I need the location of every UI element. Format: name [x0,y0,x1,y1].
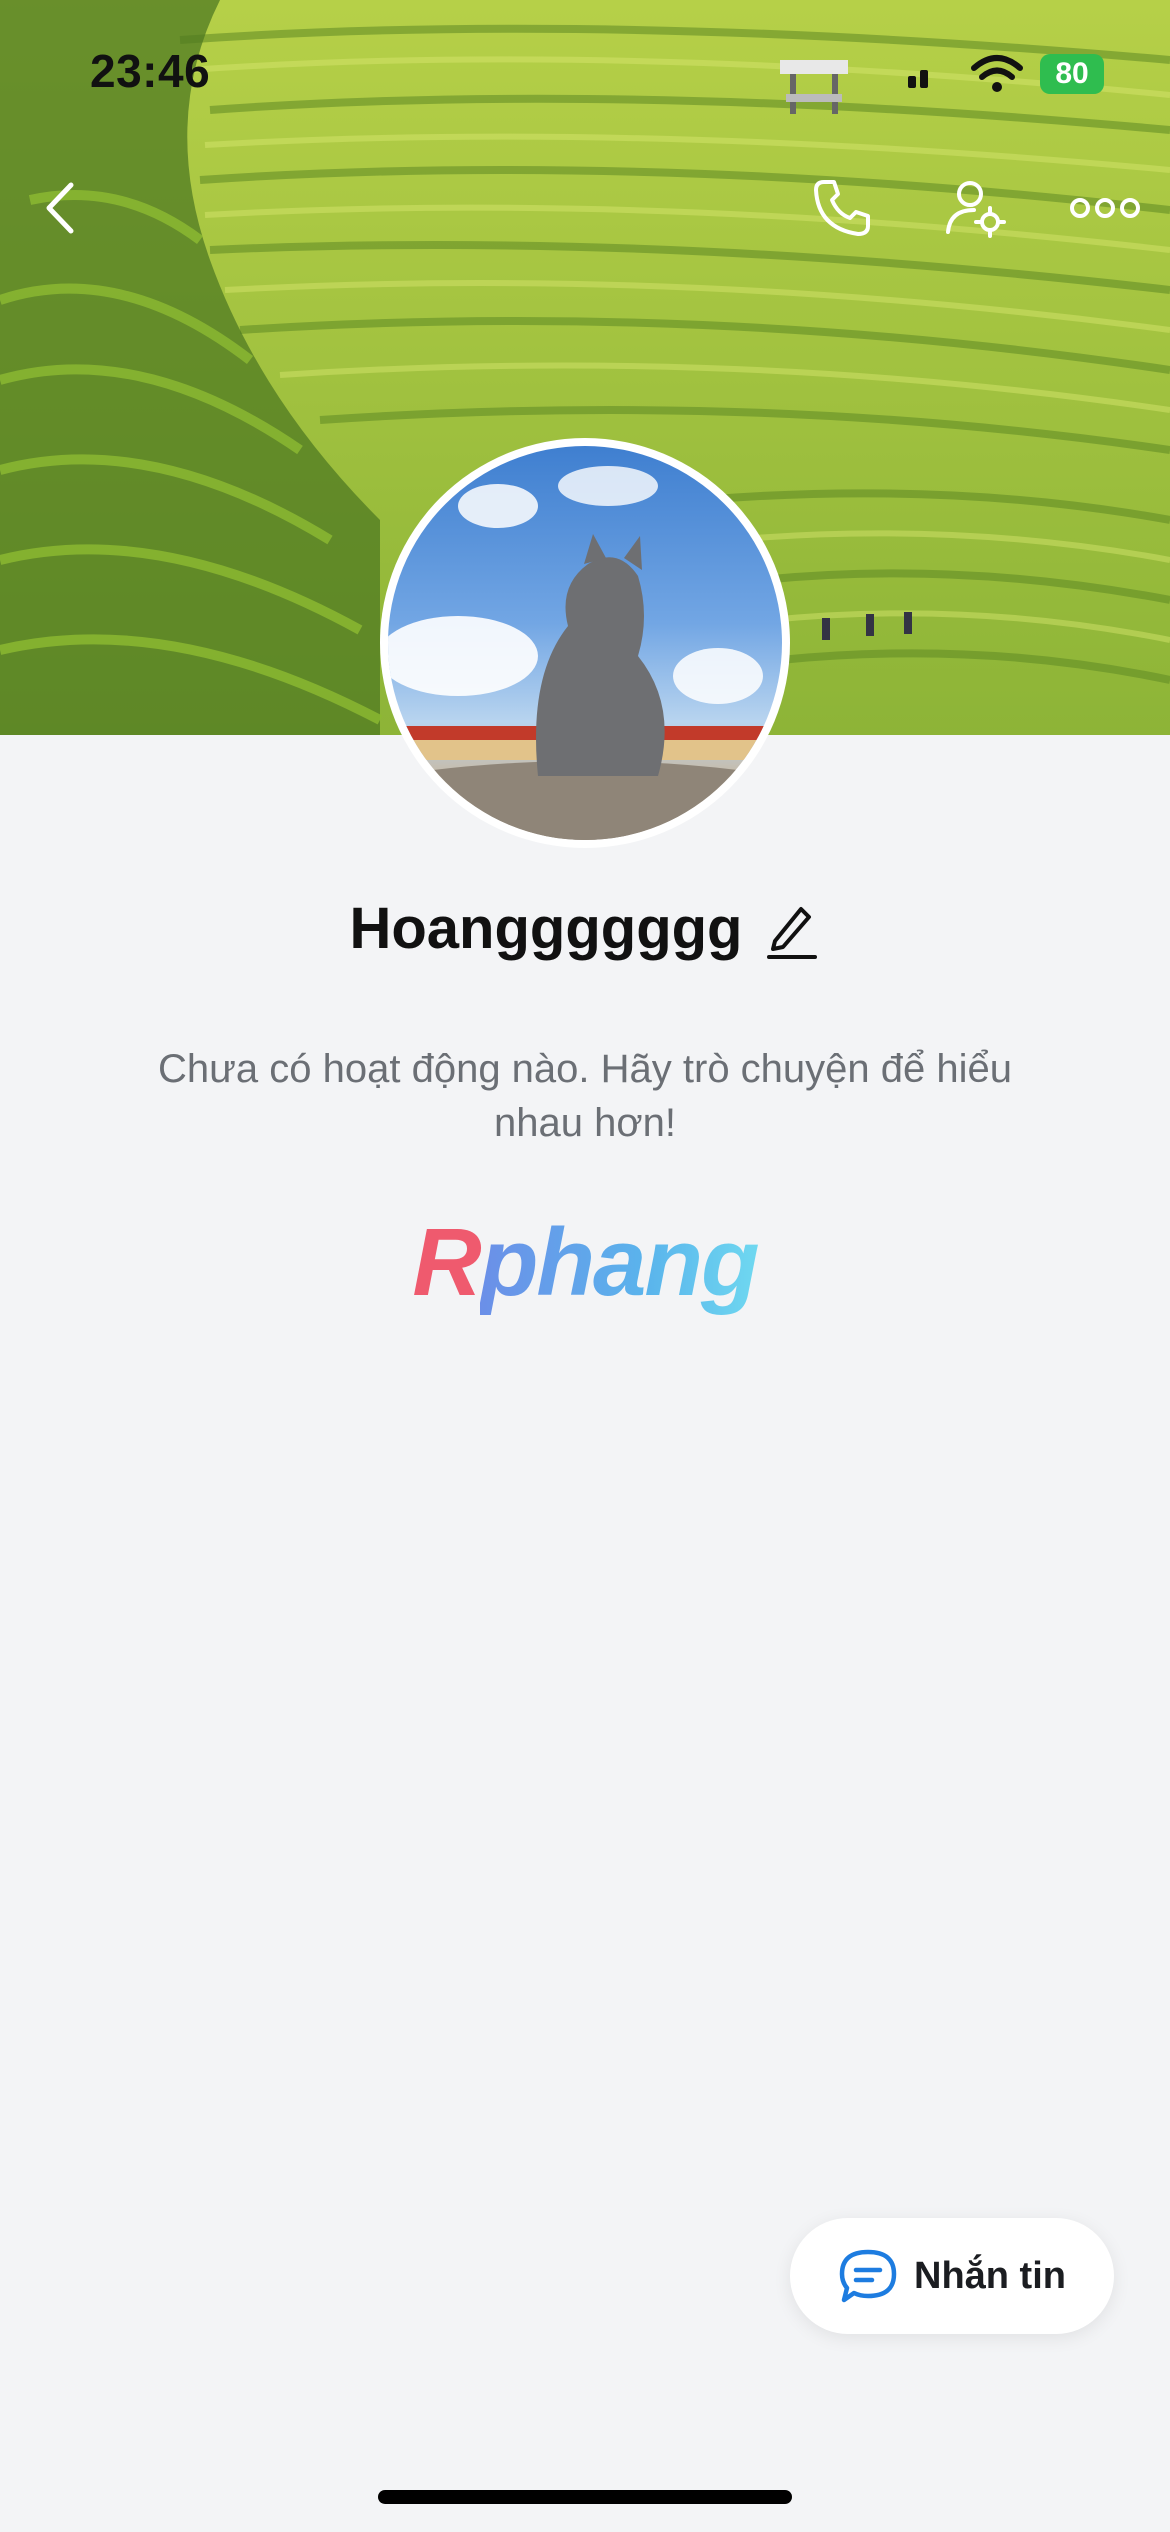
call-button[interactable] [806,172,878,244]
more-button[interactable] [1068,186,1142,230]
cat-photo-illustration [388,446,782,840]
chevron-left-icon [46,182,74,234]
more-dots-icon [1070,198,1140,218]
battery-icon: 80 [1040,54,1104,94]
rphang-logo: Rphang [0,1208,1170,1318]
home-indicator[interactable] [378,2490,792,2504]
logo-part-b: phang [479,1209,760,1316]
pencil-icon [766,906,817,959]
send-message-label: Nhắn tin [914,2254,1066,2297]
empty-activity-message: Chưa có hoạt động nào. Hãy trò chuyện để… [157,1047,1013,1145]
logo-part-a: R [412,1209,481,1316]
edit-name-button[interactable] [765,899,821,959]
battery-level: 80 [1055,57,1089,90]
profile-screen: 23:46 80 Hoanggggggg Chưa có hoạt động n… [0,0,1170,2532]
back-button[interactable] [36,178,84,238]
send-message-button[interactable]: Nhắn tin [790,2218,1114,2334]
phone-icon [814,180,870,236]
chat-bubble-icon [839,2249,897,2303]
profile-name: Hoanggggggg [349,896,743,961]
profile-name-row: Hoanggggggg [0,895,1170,962]
status-time: 23:46 [90,45,211,97]
avatar[interactable] [380,438,790,848]
avatar-image [388,446,782,840]
wifi-icon [970,54,1024,94]
signal-icon [908,64,934,88]
user-settings-icon [946,181,1006,238]
profile-settings-button[interactable] [940,172,1012,244]
